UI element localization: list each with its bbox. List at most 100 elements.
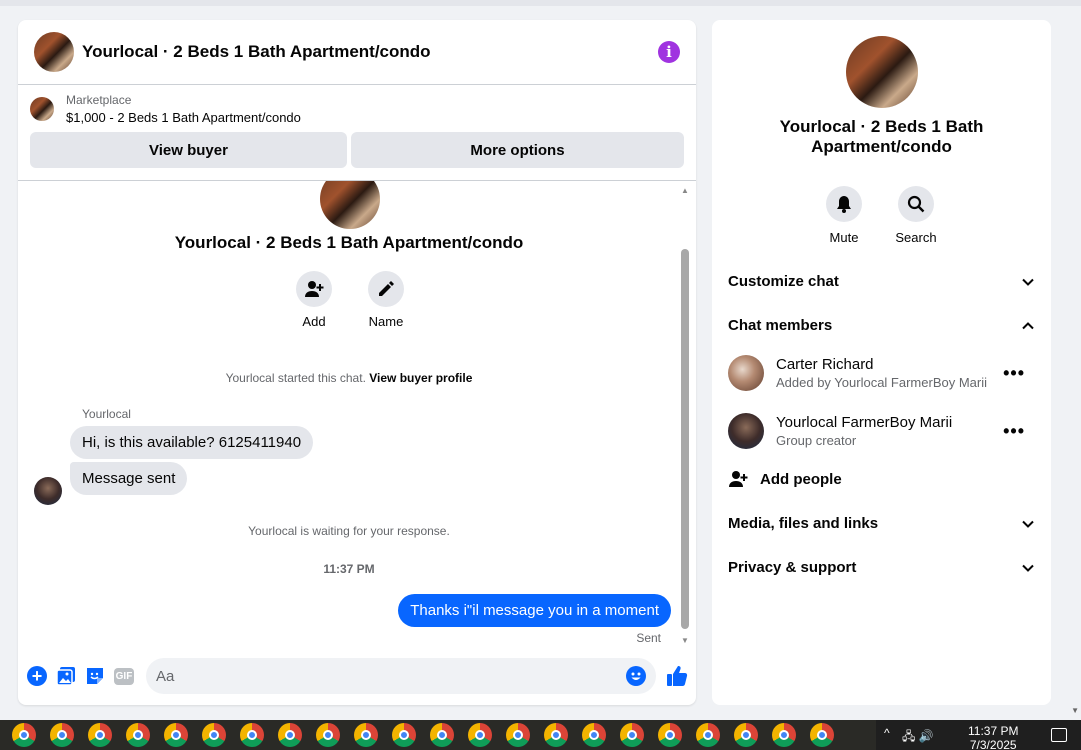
chrome-icon[interactable]	[582, 723, 606, 747]
message-bubble-in[interactable]: Hi, is this available? 6125411940	[70, 426, 314, 459]
details-title: Yourlocal · 2 Beds 1 Bath Apartment/cond…	[779, 117, 984, 156]
network-volume-icon[interactable]: 🖧 🔊	[902, 727, 934, 748]
chevron-down-icon	[1022, 520, 1034, 528]
chrome-icon[interactable]	[164, 723, 188, 747]
privacy-support-section[interactable]: Privacy & support	[728, 559, 1035, 576]
search-icon[interactable]	[898, 186, 934, 222]
message-bubble-out[interactable]: Thanks i"il message you in a moment	[398, 594, 671, 627]
chrome-icon[interactable]	[620, 723, 644, 747]
mute-action[interactable]: Mute	[814, 186, 874, 245]
member-avatar[interactable]	[728, 413, 764, 449]
chevron-down-icon	[1022, 564, 1034, 572]
scroll-up-arrow-icon[interactable]: ▲	[680, 187, 690, 195]
details-avatar	[846, 36, 918, 108]
plus-icon[interactable]: +	[26, 665, 48, 687]
more-options-button[interactable]: More options	[351, 132, 684, 168]
add-action[interactable]: Add	[284, 271, 344, 329]
member-subtitle: Added by Yourlocal FarmerBoy Marii	[776, 375, 987, 390]
sender-name: Yourlocal	[82, 407, 131, 421]
chevron-up-icon	[1022, 321, 1034, 329]
member-name: Yourlocal FarmerBoy Marii	[776, 414, 953, 431]
marketplace-listing: Marketplace $1,000 - 2 Beds 1 Bath Apart…	[18, 85, 696, 168]
listing-price-title[interactable]: $1,000 - 2 Beds 1 Bath Apartment/condo	[66, 110, 301, 125]
chat-title[interactable]: Yourlocal · 2 Beds 1 Bath Apartment/cond…	[82, 42, 658, 62]
system-tray: ^ 🖧 🔊 11:37 PM 7/3/2025	[876, 720, 1081, 750]
gif-icon[interactable]: GIF	[113, 665, 135, 687]
info-icon[interactable]: i	[658, 41, 680, 63]
chrome-icon[interactable]	[734, 723, 758, 747]
clock[interactable]: 11:37 PM 7/3/2025	[968, 724, 1018, 750]
sender-avatar[interactable]	[34, 477, 62, 505]
chrome-icon[interactable]	[278, 723, 302, 747]
chrome-icon[interactable]	[772, 723, 796, 747]
chat-members-section[interactable]: Chat members	[728, 317, 1035, 334]
name-action[interactable]: Name	[356, 271, 416, 329]
member-avatar[interactable]	[728, 355, 764, 391]
message-input[interactable]: Aa	[146, 658, 656, 694]
chat-started-text: Yourlocal started this chat.	[225, 371, 366, 385]
thread-avatar	[320, 181, 380, 229]
name-label: Name	[368, 314, 404, 329]
more-options-icon[interactable]: •••	[1003, 363, 1025, 384]
notification-icon[interactable]	[1051, 728, 1067, 742]
taskbar-apps	[0, 720, 876, 750]
thread-scrollbar[interactable]: ▲ ▼	[680, 183, 690, 645]
customize-chat-label: Customize chat	[728, 273, 839, 290]
chrome-icon[interactable]	[316, 723, 340, 747]
view-buyer-profile-link[interactable]: View buyer profile	[369, 371, 472, 385]
add-person-icon	[729, 471, 748, 487]
chevron-down-icon	[1022, 278, 1034, 286]
customize-chat-section[interactable]: Customize chat	[728, 273, 1035, 290]
chrome-icon[interactable]	[12, 723, 36, 747]
image-icon[interactable]	[55, 665, 77, 687]
add-person-icon[interactable]	[296, 271, 332, 307]
chat-started-notice: Yourlocal started this chat. View buyer …	[18, 371, 680, 385]
add-people-button[interactable]: Add people	[728, 469, 842, 489]
message-bubble-in[interactable]: Message sent	[70, 462, 188, 495]
page-scroll-down-icon[interactable]: ▼	[1071, 706, 1079, 715]
chrome-icon[interactable]	[354, 723, 378, 747]
scroll-down-arrow-icon[interactable]: ▼	[680, 637, 690, 645]
message-input-placeholder: Aa	[156, 667, 175, 685]
bell-icon[interactable]	[826, 186, 862, 222]
thumbs-up-icon[interactable]	[666, 665, 688, 687]
chrome-icon[interactable]	[202, 723, 226, 747]
search-action[interactable]: Search	[886, 186, 946, 245]
member-row[interactable]: Carter Richard Added by Yourlocal Farmer…	[728, 355, 1035, 391]
top-border	[0, 0, 1081, 6]
chrome-icon[interactable]	[240, 723, 264, 747]
clock-time: 11:37 PM	[968, 724, 1019, 738]
composer: + GIF Aa	[18, 656, 696, 696]
more-options-icon[interactable]: •••	[1003, 421, 1025, 442]
chrome-icon[interactable]	[506, 723, 530, 747]
chrome-icon[interactable]	[544, 723, 568, 747]
media-files-label: Media, files and links	[728, 515, 879, 532]
add-label: Add	[302, 314, 326, 329]
chrome-icon[interactable]	[126, 723, 150, 747]
chrome-icon[interactable]	[88, 723, 112, 747]
media-files-section[interactable]: Media, files and links	[728, 515, 1035, 532]
message-thread[interactable]: Yourlocal · 2 Beds 1 Bath Apartment/cond…	[18, 180, 696, 655]
emoji-icon[interactable]	[626, 666, 646, 686]
chrome-icon[interactable]	[50, 723, 74, 747]
chrome-icon[interactable]	[696, 723, 720, 747]
pencil-icon[interactable]	[368, 271, 404, 307]
chrome-icon[interactable]	[810, 723, 834, 747]
chrome-icon[interactable]	[658, 723, 682, 747]
chevron-up-icon[interactable]: ^	[884, 726, 890, 740]
listing-thumbnail[interactable]	[30, 97, 54, 121]
chrome-icon[interactable]	[468, 723, 492, 747]
chrome-icon[interactable]	[392, 723, 416, 747]
scroll-thumb[interactable]	[681, 249, 689, 629]
details-panel: Yourlocal · 2 Beds 1 Bath Apartment/cond…	[712, 20, 1051, 705]
sticker-icon[interactable]	[84, 665, 106, 687]
view-buyer-button[interactable]: View buyer	[30, 132, 347, 168]
chat-members-label: Chat members	[728, 317, 833, 334]
member-row[interactable]: Yourlocal FarmerBoy Marii Group creator …	[728, 413, 1035, 449]
listing-kicker: Marketplace	[66, 93, 132, 107]
chat-avatar[interactable]	[34, 32, 74, 72]
chrome-icon[interactable]	[430, 723, 454, 747]
taskbar: ^ 🖧 🔊 11:37 PM 7/3/2025	[0, 720, 1081, 750]
chat-panel: Yourlocal · 2 Beds 1 Bath Apartment/cond…	[18, 20, 696, 705]
thread-title: Yourlocal · 2 Beds 1 Bath Apartment/cond…	[174, 233, 524, 252]
